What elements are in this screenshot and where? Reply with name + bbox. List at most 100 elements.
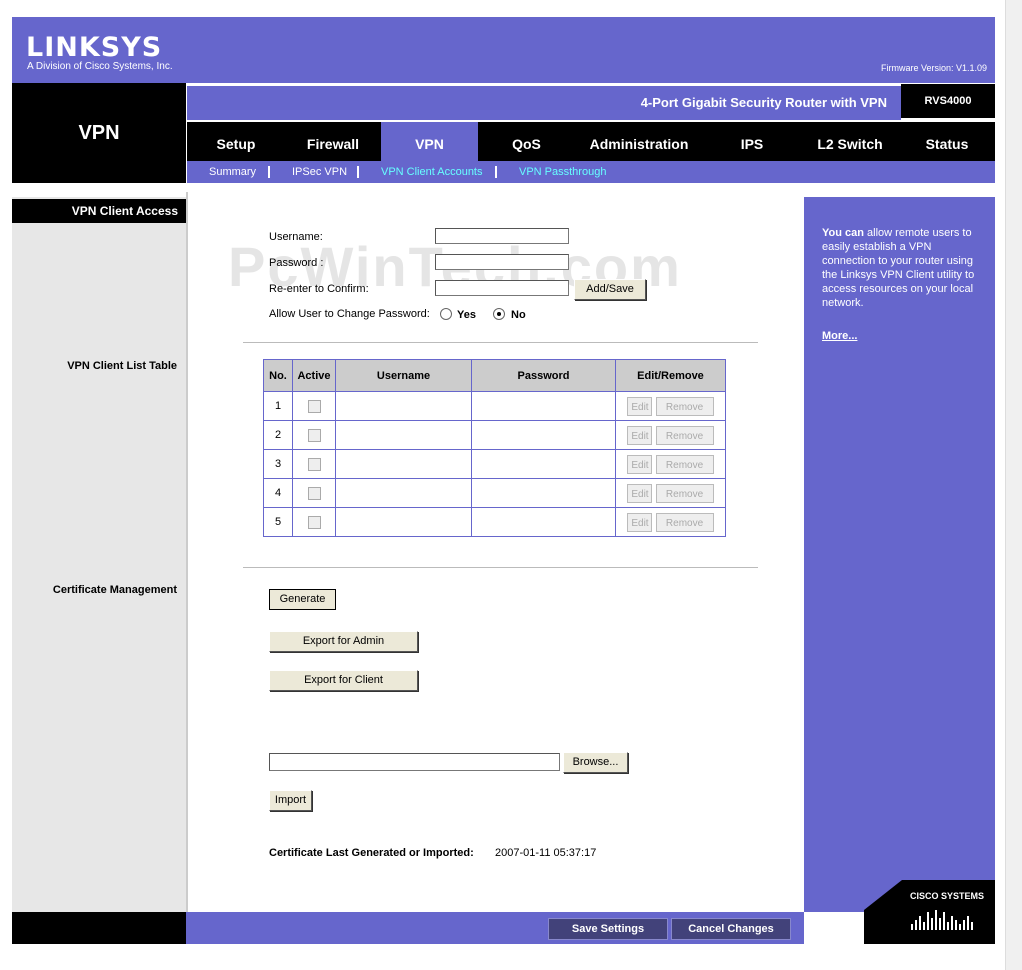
row-number: 2 [263,420,293,450]
remove-button[interactable]: Remove [655,454,714,474]
page-title: VPN [78,122,120,144]
help-text: You can allow remote users to easily est… [822,226,986,310]
tab-setup[interactable]: Setup [187,122,285,161]
allow-change-yes-radio[interactable] [440,308,452,320]
export-client-button[interactable]: Export for Client [269,670,418,691]
edit-button[interactable]: Edit [627,425,653,445]
tab-firewall[interactable]: Firewall [285,122,381,161]
active-checkbox[interactable] [307,457,321,471]
sub-tabs: Summary IPSec VPN VPN Client Accounts VP… [187,161,995,183]
import-button[interactable]: Import [269,790,312,811]
cert-mgmt-label: Certificate Management [52,584,177,596]
password-cell [471,391,616,421]
save-settings-button[interactable]: Save Settings [548,918,668,940]
active-cell [292,478,336,508]
confirm-password-field[interactable] [435,280,569,296]
actions-cell: Edit Remove [615,478,726,508]
actions-cell: Edit Remove [615,420,726,450]
password-cell [471,449,616,479]
edit-button[interactable]: Edit [627,454,653,474]
window-scrollbar[interactable] [1005,0,1022,970]
cert-last-value: 2007-01-11 05:37:17 [495,847,597,859]
certificate-file-input[interactable] [269,753,560,771]
edit-button[interactable]: Edit [627,396,653,416]
table-row: 3 Edit Remove [263,449,726,479]
tab-ips[interactable]: IPS [703,122,801,161]
subtab-vpn-client-accounts[interactable]: VPN Client Accounts [381,166,483,178]
col-password: Password [471,359,616,392]
remove-button[interactable]: Remove [655,425,714,445]
username-field[interactable] [435,228,569,244]
no-label: No [511,309,526,321]
active-checkbox[interactable] [307,399,321,413]
tab-l2-switch[interactable]: L2 Switch [801,122,899,161]
divider [243,567,758,568]
remove-button[interactable]: Remove [655,483,714,503]
confirm-label: Re-enter to Confirm: [269,283,369,295]
table-header-row: No. Active Username Password Edit/Remove [263,359,726,392]
tab-qos[interactable]: QoS [478,122,575,161]
col-edit-remove: Edit/Remove [615,359,726,392]
main-tabs: Setup Firewall VPN QoS Administration IP… [187,122,995,161]
tab-vpn[interactable]: VPN [381,122,478,161]
cancel-changes-button[interactable]: Cancel Changes [671,918,791,940]
more-link[interactable]: More... [822,330,857,342]
section-heading: VPN Client Access [12,199,186,223]
header-banner: LINKSYS A Division of Cisco Systems, Inc… [12,17,995,83]
actions-cell: Edit Remove [615,449,726,479]
table-row: 5 Edit Remove [263,507,726,537]
firmware-version: Firmware Version: V1.1.09 [880,63,987,73]
subtab-separator [495,166,497,178]
active-checkbox[interactable] [307,486,321,500]
subtab-ipsec-vpn[interactable]: IPSec VPN [292,166,347,178]
vpn-client-table: No. Active Username Password Edit/Remove… [263,359,726,537]
actions-cell: Edit Remove [615,507,726,537]
logo-subtitle: A Division of Cisco Systems, Inc. [27,61,173,72]
help-bold: You can [822,227,864,239]
username-label: Username: [269,231,323,243]
add-save-button[interactable]: Add/Save [574,279,646,300]
subtab-separator [357,166,359,178]
help-body: allow remote users to easily establish a… [822,227,975,309]
export-admin-button[interactable]: Export for Admin [269,631,418,652]
active-cell [292,391,336,421]
yes-label: Yes [457,309,476,321]
active-cell [292,507,336,537]
table-row: 2 Edit Remove [263,420,726,450]
product-name: 4-Port Gigabit Security Router with VPN [640,95,887,110]
product-bar: 4-Port Gigabit Security Router with VPN [187,84,901,120]
password-field[interactable] [435,254,569,270]
edit-button[interactable]: Edit [627,512,653,532]
remove-button[interactable]: Remove [655,396,714,416]
left-column [12,197,186,912]
table-row: 4 Edit Remove [263,478,726,508]
col-username: Username [335,359,472,392]
linksys-logo: LINKSYS [26,32,163,63]
subtab-summary[interactable]: Summary [209,166,256,178]
password-label: Password : [269,257,324,269]
remove-button[interactable]: Remove [655,512,714,532]
active-cell [292,449,336,479]
footer-left [12,912,186,944]
tab-status[interactable]: Status [899,122,995,161]
browse-button[interactable]: Browse... [563,752,628,773]
model-badge: RVS4000 [901,84,995,118]
row-number: 1 [263,391,293,421]
active-checkbox[interactable] [307,515,321,529]
cisco-logo-text: CISCO SYSTEMS [910,891,984,901]
subtab-vpn-passthrough[interactable]: VPN Passthrough [519,166,606,178]
username-cell [335,478,472,508]
cisco-logo-graphic: CISCO SYSTEMS [864,880,984,930]
username-cell [335,449,472,479]
active-checkbox[interactable] [307,428,321,442]
password-cell [471,420,616,450]
password-cell [471,478,616,508]
cert-last-label: Certificate Last Generated or Imported: [269,847,474,859]
active-cell [292,420,336,450]
tab-administration[interactable]: Administration [575,122,703,161]
table-row: 1 Edit Remove [263,391,726,421]
edit-button[interactable]: Edit [627,483,653,503]
allow-change-no-radio[interactable] [493,308,505,320]
generate-button[interactable]: Generate [269,589,336,610]
subtab-separator [268,166,270,178]
